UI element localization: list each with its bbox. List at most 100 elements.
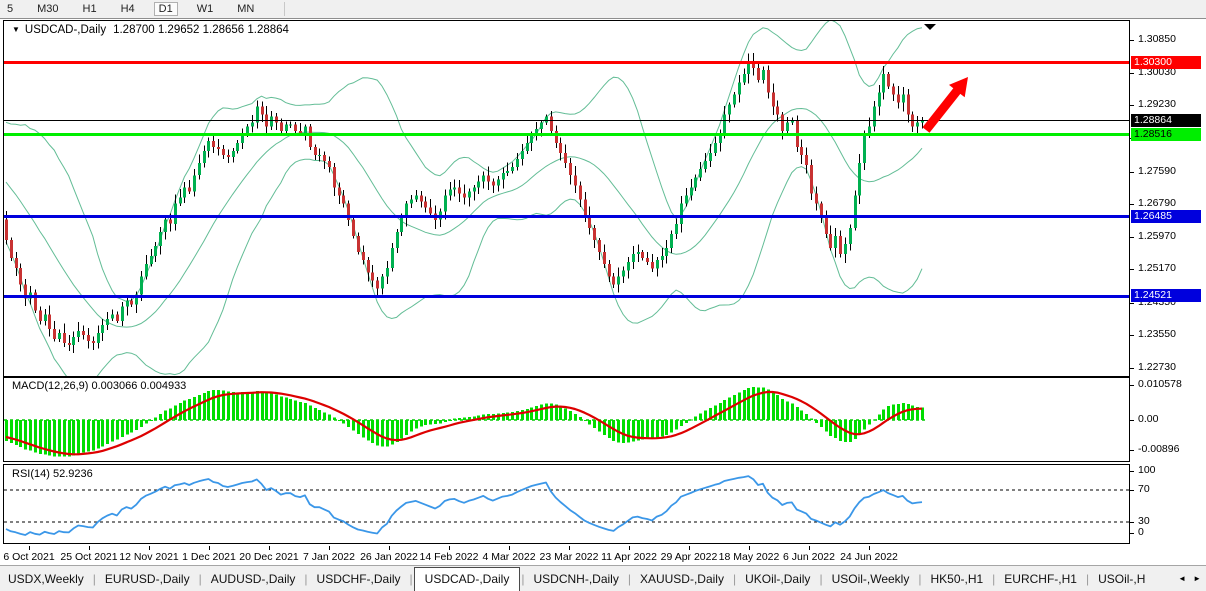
trend-arrow-annotation[interactable] xyxy=(923,77,969,133)
timeframe-button-mn[interactable]: MN xyxy=(232,2,259,16)
axis-tick-mark xyxy=(1130,368,1134,369)
price-tick-label: 1.30850 xyxy=(1138,33,1176,45)
date-tick-mark xyxy=(269,546,270,550)
date-tick-mark xyxy=(569,546,570,550)
timeframe-button-w1[interactable]: W1 xyxy=(192,2,219,16)
date-label: 6 Oct 2021 xyxy=(3,551,54,563)
axis-tick-mark xyxy=(1130,490,1134,491)
axis-tick-mark xyxy=(1130,237,1134,238)
price-level-badge: 1.28516 xyxy=(1131,128,1201,141)
price-tick-label: 1.26790 xyxy=(1138,197,1176,209)
scroll-right-icon[interactable]: ► xyxy=(1193,574,1201,583)
date-tick-mark xyxy=(329,546,330,550)
rsi-name: RSI(14) xyxy=(12,468,50,480)
price-level-badge: 1.26485 xyxy=(1131,210,1201,223)
axis-tick-mark xyxy=(1130,269,1134,270)
macd-indicator-label: MACD(12,26,9) 0.003066 0.004933 xyxy=(12,380,186,392)
macd-values: 0.003066 0.004933 xyxy=(91,380,186,392)
tab-usoil-h[interactable]: USOil-,H xyxy=(1090,568,1153,590)
tab-usdchf-daily[interactable]: USDCHF-,Daily xyxy=(309,568,409,590)
candles xyxy=(5,53,924,353)
axis-tick-mark xyxy=(1130,420,1134,421)
date-label: 25 Oct 2021 xyxy=(60,551,117,563)
date-label: 20 Dec 2021 xyxy=(239,551,299,563)
date-tick-mark xyxy=(29,546,30,550)
tab-audusd-daily[interactable]: AUDUSD-,Daily xyxy=(203,568,304,590)
date-label: 7 Jan 2022 xyxy=(303,551,355,563)
date-label: 4 Mar 2022 xyxy=(482,551,535,563)
tab-xauusd-daily[interactable]: XAUUSD-,Daily xyxy=(632,568,732,590)
axis-tick-mark xyxy=(1130,522,1134,523)
axis-tick-mark xyxy=(1130,40,1134,41)
timeframe-toolbar: 5 M30 H1 H4 D1 W1 MN xyxy=(0,0,1206,19)
date-label: 6 Jun 2022 xyxy=(783,551,835,563)
main-pane-border xyxy=(4,21,1130,377)
horizontal-level-lines xyxy=(4,61,1130,298)
date-label: 18 May 2022 xyxy=(719,551,780,563)
scroll-left-icon[interactable]: ◄ xyxy=(1178,574,1186,583)
rsi-tick-label: 70 xyxy=(1138,483,1150,495)
date-tick-mark xyxy=(149,546,150,550)
macd-tick-label: 0.00 xyxy=(1138,413,1158,425)
rsi-pane-border xyxy=(4,465,1130,544)
chart-area: ▼USDCAD-,Daily1.28700 1.29652 1.28656 1.… xyxy=(0,19,1206,565)
macd-name: MACD(12,26,9) xyxy=(12,380,88,392)
price-chart-pane[interactable] xyxy=(0,20,1130,377)
timeframe-button-h4[interactable]: H4 xyxy=(116,2,140,16)
date-label: 14 Feb 2022 xyxy=(420,551,479,563)
axis-tick-mark xyxy=(1130,471,1134,472)
date-label: 1 Dec 2021 xyxy=(182,551,236,563)
axis-tick-mark xyxy=(1130,303,1134,304)
timeframe-button-m30[interactable]: M30 xyxy=(32,2,63,16)
date-tick-mark xyxy=(89,546,90,550)
toolbar-divider xyxy=(284,2,285,16)
price-axis[interactable]: 1.308501.300301.292301.284101.275901.267… xyxy=(1130,19,1206,565)
date-tick-mark xyxy=(449,546,450,550)
rsi-line xyxy=(6,476,922,535)
tab-usdx-weekly[interactable]: USDX,Weekly xyxy=(0,568,92,590)
date-tick-mark xyxy=(509,546,510,550)
macd-tick-label: -0.00896 xyxy=(1138,443,1179,455)
axis-tick-mark xyxy=(1130,450,1134,451)
price-tick-label: 1.27590 xyxy=(1138,165,1176,177)
price-tick-label: 1.29230 xyxy=(1138,98,1176,110)
timeframe-button-d1[interactable]: D1 xyxy=(154,2,178,16)
axis-tick-mark xyxy=(1130,105,1134,106)
date-tick-mark xyxy=(809,546,810,550)
price-level-badge: 1.30300 xyxy=(1131,56,1201,69)
chart-title: ▼USDCAD-,Daily1.28700 1.29652 1.28656 1.… xyxy=(12,24,289,36)
tab-scroll-arrows: ◄ ► xyxy=(1171,566,1206,590)
price-tick-label: 1.23550 xyxy=(1138,328,1176,340)
date-label: 24 Jun 2022 xyxy=(840,551,898,563)
time-axis[interactable]: 6 Oct 2021 25 Oct 202112 Nov 20211 Dec 20… xyxy=(0,546,1130,565)
date-tick-mark xyxy=(629,546,630,550)
tab-usdcnh-daily[interactable]: USDCNH-,Daily xyxy=(525,568,626,590)
chevron-down-icon: ▼ xyxy=(12,25,20,34)
tab-eurusd-daily[interactable]: EURUSD-,Daily xyxy=(97,568,198,590)
chart-symbol-label: USDCAD-,Daily xyxy=(25,24,106,36)
price-tick-label: 1.25170 xyxy=(1138,262,1176,274)
trading-terminal-window: 5M30H1H4D1W1MN ▼USDCAD-,Daily1.28700 1.2… xyxy=(0,0,1206,591)
axis-tick-mark xyxy=(1130,335,1134,336)
tab-hk50-h1[interactable]: HK50-,H1 xyxy=(922,568,991,590)
tab-ukoil-daily[interactable]: UKOil-,Daily xyxy=(737,568,818,590)
chart-shift-icon[interactable] xyxy=(924,24,936,30)
price-tick-label: 1.25970 xyxy=(1138,230,1176,242)
date-label: 12 Nov 2021 xyxy=(119,551,179,563)
price-level-badge: 1.24521 xyxy=(1131,289,1201,302)
date-label: 23 Mar 2022 xyxy=(540,551,599,563)
timeframe-button-5[interactable]: 5 xyxy=(2,2,18,16)
rsi-tick-label: 100 xyxy=(1138,464,1156,476)
tab-usoil-weekly[interactable]: USOil-,Weekly xyxy=(824,568,918,590)
rsi-pane[interactable] xyxy=(0,464,1130,545)
timeframe-button-h1[interactable]: H1 xyxy=(78,2,102,16)
date-tick-mark xyxy=(749,546,750,550)
axis-tick-mark xyxy=(1130,533,1134,534)
macd-signal-line xyxy=(6,392,922,454)
rsi-indicator-label: RSI(14) 52.9236 xyxy=(12,468,93,480)
price-tick-label: 1.22730 xyxy=(1138,361,1176,373)
tab-usdcad-daily[interactable]: USDCAD-,Daily xyxy=(414,567,521,591)
date-tick-mark xyxy=(869,546,870,550)
tab-eurchf-h1[interactable]: EURCHF-,H1 xyxy=(996,568,1085,590)
axis-tick-mark xyxy=(1130,385,1134,386)
